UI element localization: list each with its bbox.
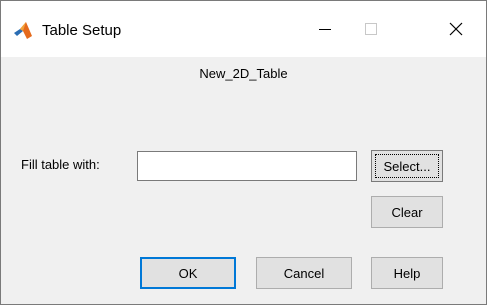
- fill-table-input[interactable]: [137, 151, 357, 181]
- fill-table-label: Fill table with:: [21, 157, 100, 172]
- maximize-button[interactable]: [348, 1, 394, 57]
- table-setup-window: Table Setup New_2D_Table Fill table with…: [0, 0, 487, 305]
- title-bar[interactable]: Table Setup: [1, 1, 486, 57]
- clear-button[interactable]: Clear: [371, 196, 443, 228]
- table-name-label: New_2D_Table: [199, 66, 288, 81]
- close-icon: [449, 22, 463, 36]
- select-button[interactable]: Select...: [371, 150, 443, 182]
- cancel-button[interactable]: Cancel: [256, 257, 352, 289]
- maximize-icon: [365, 23, 377, 35]
- select-button-label: Select...: [383, 158, 431, 174]
- ok-button[interactable]: OK: [140, 257, 236, 289]
- help-button-label: Help: [393, 265, 421, 281]
- minimize-icon: [319, 29, 331, 30]
- matlab-icon: [13, 21, 33, 41]
- ok-button-label: OK: [178, 265, 198, 281]
- cancel-button-label: Cancel: [283, 265, 325, 281]
- clear-button-label: Clear: [391, 204, 423, 220]
- minimize-button[interactable]: [302, 1, 348, 57]
- help-button[interactable]: Help: [371, 257, 443, 289]
- close-button[interactable]: [433, 1, 479, 57]
- window-title: Table Setup: [42, 22, 122, 39]
